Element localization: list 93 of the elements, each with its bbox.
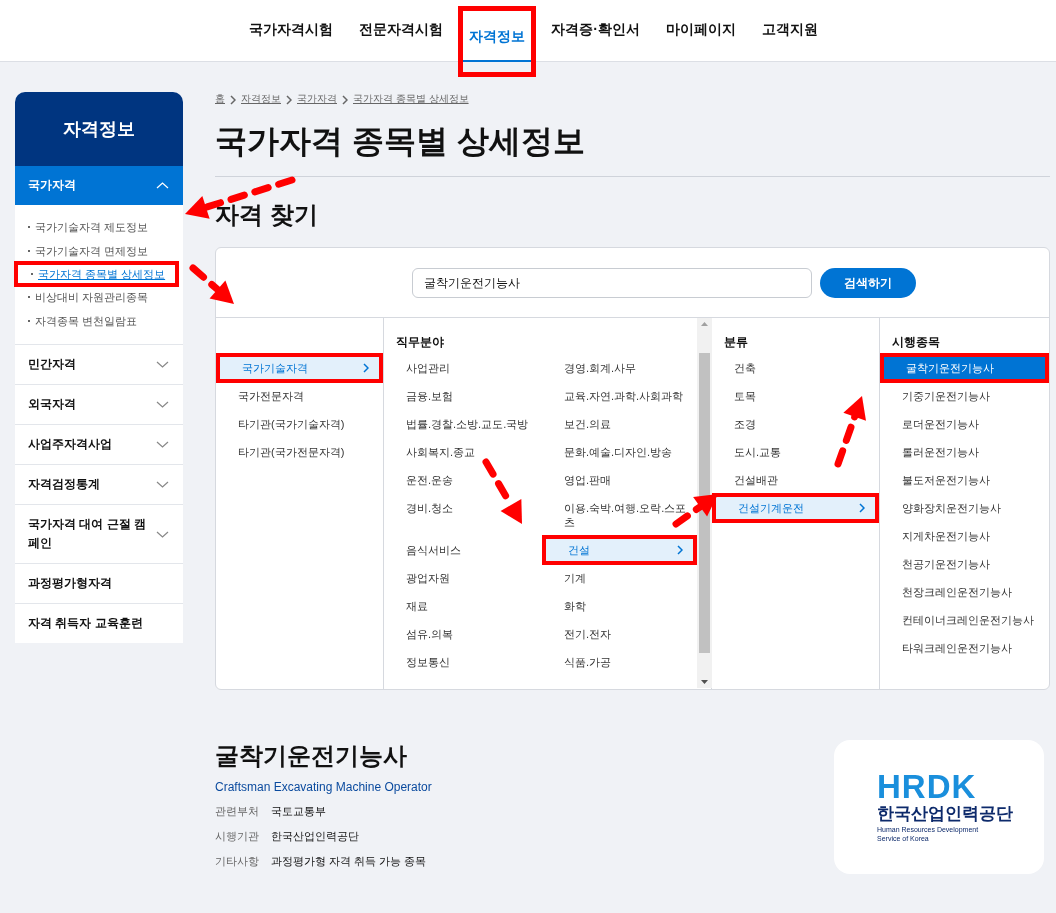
section-title: 자격 찾기 (215, 200, 319, 230)
category-item[interactable]: 식품.가공 (542, 651, 697, 673)
category-item[interactable]: 화학 (542, 595, 697, 617)
chevron-right-icon (342, 95, 348, 105)
category-item[interactable]: 건축 (712, 357, 879, 379)
category-item[interactable]: 경비.청소 (384, 497, 542, 519)
category-item[interactable]: 사업관리 (384, 357, 542, 379)
category-item[interactable]: 롤러운전기능사 (880, 441, 1049, 463)
search-field[interactable]: 굴착기운전기능사 (411, 268, 812, 298)
info-value: 국토교통부 (271, 804, 326, 819)
nav-link[interactable]: 전문자격시험 (353, 0, 450, 62)
chevron-right-icon (677, 545, 683, 555)
page-title: 국가자격 종목별 상세정보 (215, 120, 1050, 177)
category-item[interactable]: 광업자원 (384, 567, 542, 589)
sidebar-link[interactable]: 국가자격 종목별 상세정보 (18, 265, 175, 283)
sidebar-section[interactable]: 자격 취득자 교육훈련 (15, 603, 183, 643)
breadcrumb-link[interactable]: 홈 (215, 92, 225, 106)
column-heading: 시행종목 (891, 334, 941, 351)
category-item[interactable]: 천장크레인운전기능사 (880, 581, 1049, 603)
category-item[interactable]: 법률.경찰.소방.교도.국방 (384, 413, 542, 435)
scrollbar[interactable] (697, 318, 712, 688)
category-item[interactable]: 기계 (542, 567, 697, 589)
info-label: 시행기관 (215, 829, 260, 844)
category-item[interactable]: 재료 (384, 595, 542, 617)
sidebar-section[interactable]: 국가자격 (15, 166, 183, 205)
category-item[interactable]: 조경 (712, 413, 879, 435)
sidebar-link[interactable]: 자격종목 변천일람표 (15, 312, 183, 330)
category-item[interactable]: 금융.보험 (384, 385, 542, 407)
logo-mark: HRDK (877, 771, 977, 803)
category-item[interactable]: 양화장치운전기능사 (880, 497, 1049, 519)
info-label: 관련부처 (215, 804, 260, 819)
nav-link[interactable]: 마이페이지 (659, 0, 742, 62)
sidebar-title: 자격정보 (15, 92, 183, 166)
sidebar-link[interactable]: 국가기술자격 제도정보 (15, 218, 183, 236)
info-label: 기타사항 (215, 854, 260, 869)
chevron-down-icon (156, 361, 169, 368)
category-item[interactable]: 국가전문자격 (216, 385, 383, 407)
nav-link[interactable]: 고객지원 (755, 0, 824, 62)
column-heading: 직무분야 (395, 334, 445, 351)
category-item[interactable]: 천공기운전기능사 (880, 553, 1049, 575)
category-item[interactable]: 건설 (546, 539, 693, 561)
category-item[interactable]: 건설배관 (712, 469, 879, 491)
info-value: 한국산업인력공단 (271, 829, 359, 844)
category-item[interactable]: 타워크레인운전기능사 (880, 637, 1049, 659)
chevron-right-icon (363, 363, 369, 373)
category-item[interactable]: 보건.의료 (542, 413, 697, 435)
breadcrumb-link[interactable]: 국가자격 종목별 상세정보 (353, 92, 469, 106)
category-item[interactable]: 섬유.의복 (384, 623, 542, 645)
category-item[interactable]: 이용.숙박.여행.오락.스포츠 (542, 497, 697, 533)
chevron-down-icon (156, 401, 169, 408)
logo-name: 한국산업인력공단 (877, 803, 1013, 825)
category-item[interactable]: 건설기계운전 (716, 497, 875, 519)
category-item[interactable]: 전기.전자 (542, 623, 697, 645)
nav-link[interactable]: 자격정보 (463, 11, 532, 62)
info-value: 과정평가형 자격 취득 가능 종목 (271, 854, 427, 869)
category-item[interactable]: 문화.예술.디자인.방송 (542, 441, 697, 463)
scroll-down-icon[interactable] (701, 680, 708, 684)
category-item[interactable]: 기중기운전기능사 (880, 385, 1049, 407)
chevron-down-icon (156, 441, 169, 448)
qualification-title: 굴착기운전기능사 (215, 741, 408, 771)
category-item[interactable]: 음식서비스 (384, 539, 542, 561)
chevron-up-icon (156, 182, 169, 189)
scroll-up-icon[interactable] (701, 322, 708, 326)
search-button[interactable]: 검색하기 (819, 268, 916, 298)
nav-link[interactable]: 자격증·확인서 (545, 0, 646, 62)
category-item[interactable]: 경영.회계.사무 (542, 357, 697, 379)
category-item[interactable]: 토목 (712, 385, 879, 407)
column-heading: 분류 (723, 334, 749, 351)
breadcrumb-link[interactable]: 국가자격 (297, 92, 337, 106)
category-item[interactable]: 정보통신 (384, 651, 542, 673)
category-item[interactable]: 사회복지.종교 (384, 441, 542, 463)
category-item[interactable]: 국가기술자격 (220, 357, 379, 379)
nav-link[interactable]: 국가자격시험 (243, 0, 340, 62)
category-item[interactable]: 로더운전기능사 (880, 413, 1049, 435)
category-item[interactable]: 지게차운전기능사 (880, 525, 1049, 547)
category-item[interactable]: 교육.자연.과학.사회과학 (542, 385, 697, 407)
category-item[interactable]: 굴착기운전기능사 (884, 357, 1045, 379)
category-item[interactable]: 타기관(국가전문자격) (216, 441, 383, 463)
category-item[interactable]: 타기관(국가기술자격) (216, 413, 383, 435)
chevron-right-icon (230, 95, 236, 105)
category-item[interactable]: 불도저운전기능사 (880, 469, 1049, 491)
breadcrumb-link[interactable]: 자격정보 (241, 92, 281, 106)
chevron-right-icon (286, 95, 292, 105)
category-item[interactable]: 운전.운송 (384, 469, 542, 491)
category-item[interactable]: 영업.판매 (542, 469, 697, 491)
english-title: Craftsman Excavating Machine Operator (215, 780, 432, 794)
chevron-down-icon (156, 481, 169, 488)
category-item[interactable]: 컨테이너크레인운전기능사 (880, 609, 1049, 631)
chevron-right-icon (859, 503, 865, 513)
sidebar-link[interactable]: 국가기술자격 면제정보 (15, 242, 183, 260)
category-item[interactable]: 도시.교통 (712, 441, 879, 463)
sidebar-link[interactable]: 비상대비 자원관리종목 (15, 288, 183, 306)
chevron-down-icon (156, 530, 169, 538)
